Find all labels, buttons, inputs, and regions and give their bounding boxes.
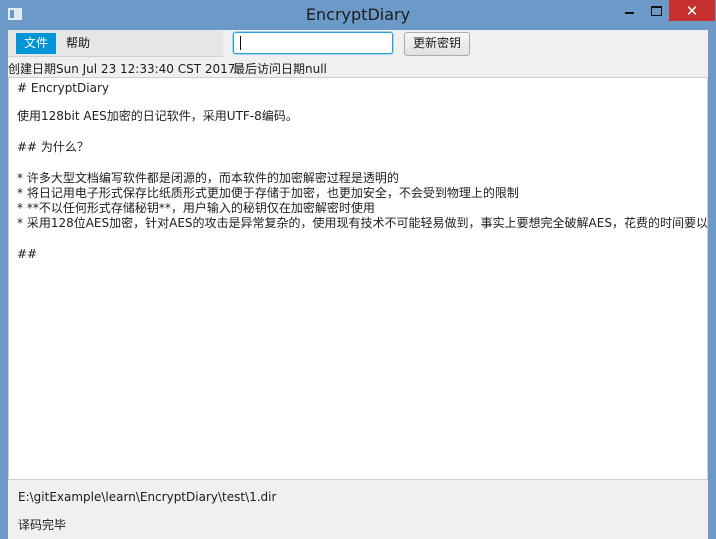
created-date-label: 创建日期Sun Jul 23 12:33:40 CST 2017: [8, 62, 236, 76]
title-bar[interactable]: EncryptDiary ✕: [0, 0, 716, 30]
close-icon: ✕: [685, 1, 699, 20]
maximize-icon: [650, 5, 662, 16]
editor-line: ## 为什么？: [17, 140, 89, 154]
minimize-icon: [625, 11, 634, 14]
menu-help[interactable]: 帮助: [58, 33, 98, 54]
editor-line: # EncryptDiary: [17, 81, 109, 95]
status-message: 译码完毕: [18, 518, 67, 532]
password-input[interactable]: [233, 32, 393, 54]
update-key-button[interactable]: 更新密钥: [404, 32, 470, 56]
close-button[interactable]: ✕: [669, 0, 715, 21]
client-area: 文件 帮助 更新密钥 创建日期Sun Jul 23 12:33:40 CST 2…: [8, 30, 708, 539]
maximize-button[interactable]: [643, 0, 669, 21]
minimize-button[interactable]: [616, 0, 643, 21]
file-path-label: E:\gitExample\learn\EncryptDiary\test\1.…: [18, 490, 277, 504]
menu-bar: 文件 帮助: [8, 30, 223, 57]
menu-file[interactable]: 文件: [16, 33, 57, 54]
editor-line: * 采用128位AES加密，针对AES的攻击是异常复杂的，使用现有技术不可能轻易…: [17, 216, 708, 230]
editor-line: ##: [17, 247, 38, 261]
editor-line: * **不以任何形式存储秘钥**，用户输入的秘钥仅在加密解密时使用: [17, 201, 375, 215]
window-title: EncryptDiary: [305, 5, 411, 24]
editor-line: * 许多大型文档编写软件都是闭源的，而本软件的加密解密过程是透明的: [17, 171, 399, 185]
editor-line: 使用128bit AES加密的日记软件，采用UTF-8编码。: [17, 109, 298, 123]
editor-line: * 将日记用电子形式保存比纸质形式更加便于存储于加密，也更加安全，不会受到物理上…: [17, 186, 519, 200]
diary-editor[interactable]: # EncryptDiary 使用128bit AES加密的日记软件，采用UTF…: [8, 77, 708, 480]
last-visit-label: 最后访问日期null: [233, 62, 327, 76]
app-window: EncryptDiary ✕ 文件 帮助 更新密钥 创建日期Sun Jul 23…: [0, 0, 716, 539]
